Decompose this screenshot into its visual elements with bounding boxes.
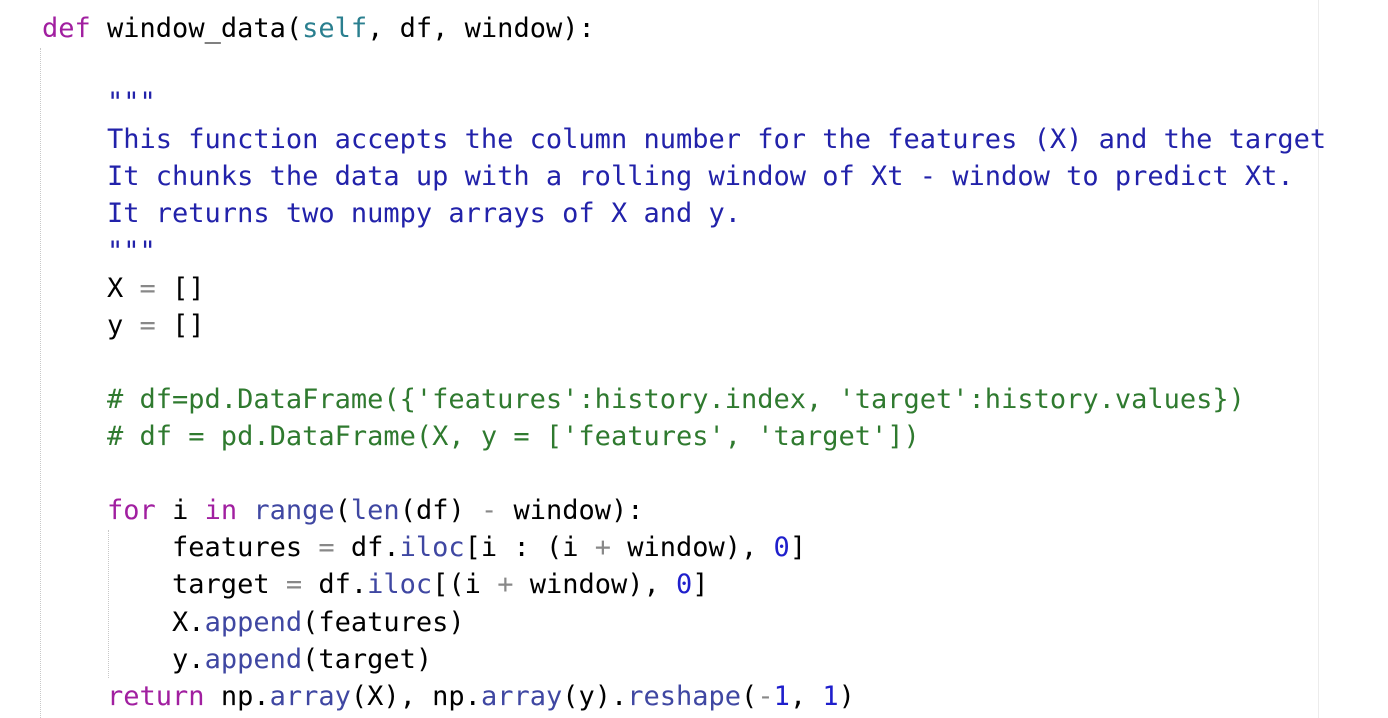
code-line[interactable]: for i in range(len(df) - window): <box>42 492 1326 529</box>
code-block[interactable]: def window_data(self, df, window): """ T… <box>42 10 1326 715</box>
code-line[interactable]: y.append(target) <box>42 641 1326 678</box>
code-token: 1 <box>773 680 790 712</box>
code-line[interactable]: def window_data(self, df, window): <box>42 10 1326 47</box>
code-token: ) <box>838 680 855 712</box>
code-line[interactable]: It chunks the data up with a rolling win… <box>42 158 1326 195</box>
code-token: iloc <box>367 569 433 601</box>
code-token: It returns two numpy arrays of X and y. <box>42 198 741 230</box>
code-token: target <box>42 569 286 601</box>
code-token: 0 <box>676 569 693 601</box>
code-token: features <box>42 532 319 564</box>
code-token: window_data( <box>90 13 303 44</box>
code-token: window), <box>513 569 677 601</box>
code-token: self <box>302 13 368 44</box>
code-line[interactable]: X.append(features) <box>42 604 1326 641</box>
code-token: window): <box>497 495 644 527</box>
code-token: 1 <box>822 680 839 712</box>
code-line[interactable]: """ <box>42 84 1326 121</box>
code-token: + <box>594 532 611 564</box>
code-token: ] <box>692 569 709 601</box>
code-token: array <box>480 680 563 712</box>
code-line[interactable]: It returns two numpy arrays of X and y. <box>42 195 1326 232</box>
code-line[interactable]: target = df.iloc[(i + window), 0] <box>42 566 1326 603</box>
code-token: array <box>269 680 351 712</box>
code-token: y. <box>42 643 205 675</box>
code-token: """ <box>42 87 156 119</box>
code-token: 0 <box>773 532 790 564</box>
code-line[interactable] <box>42 455 1326 492</box>
code-line[interactable]: This function accepts the column number … <box>42 121 1326 158</box>
code-token: append <box>204 643 303 675</box>
code-token: - <box>757 680 774 712</box>
code-token: reshape <box>627 680 742 712</box>
code-token: df. <box>302 569 368 601</box>
code-token: [] <box>155 309 205 341</box>
code-token: = <box>139 272 156 304</box>
indent-guide-outer <box>40 48 41 718</box>
code-token: window), <box>610 532 774 564</box>
code-token: np. <box>204 680 270 712</box>
code-token: range <box>253 495 335 527</box>
code-token: X <box>42 272 140 304</box>
code-token: X. <box>42 606 205 638</box>
code-token: = <box>139 309 156 341</box>
code-token: [i : (i <box>464 532 595 564</box>
code-token: This function accepts the column number … <box>42 124 1327 156</box>
code-token: , df, window): <box>367 13 595 44</box>
code-token: return <box>107 680 205 712</box>
code-token: It chunks the data up with a rolling win… <box>42 161 1294 193</box>
code-token: len <box>350 495 400 527</box>
code-token: (df) <box>399 495 481 527</box>
code-token: (X), np. <box>350 680 481 712</box>
code-token: ( <box>741 680 758 712</box>
code-token: iloc <box>399 532 465 564</box>
code-token: = <box>285 569 303 601</box>
code-token: + <box>497 569 514 601</box>
code-token: (target) <box>302 643 433 675</box>
code-token: = <box>318 532 335 564</box>
code-line[interactable]: features = df.iloc[i : (i + window), 0] <box>42 529 1326 566</box>
code-token: (features) <box>302 606 465 638</box>
code-line[interactable] <box>42 47 1326 84</box>
code-token: def <box>42 13 91 44</box>
code-token: , <box>789 680 823 712</box>
code-token: """ <box>42 235 156 267</box>
code-token: for <box>107 495 156 527</box>
code-token: (y). <box>562 680 628 712</box>
code-line[interactable]: """ <box>42 233 1326 270</box>
code-token: ] <box>789 532 807 564</box>
code-token: - <box>480 495 498 527</box>
code-token: in <box>204 495 238 527</box>
code-line[interactable]: X = [] <box>42 270 1326 307</box>
code-line[interactable]: y = [] <box>42 307 1326 344</box>
code-editor[interactable]: def window_data(self, df, window): """ T… <box>0 0 1388 718</box>
code-token: # df=pd.DataFrame({'features':history.in… <box>42 383 1245 415</box>
code-token: append <box>204 606 303 638</box>
code-line[interactable] <box>42 344 1326 381</box>
code-line[interactable]: # df = pd.DataFrame(X, y = ['features', … <box>42 418 1326 455</box>
code-token: i <box>155 495 205 527</box>
code-token: [(i <box>432 569 498 601</box>
code-token: ( <box>334 495 351 527</box>
code-token: df. <box>334 532 400 564</box>
code-line[interactable]: return np.array(X), np.array(y).reshape(… <box>42 678 1326 715</box>
code-token: [] <box>155 272 205 304</box>
code-token: # df = pd.DataFrame(X, y = ['features', … <box>42 421 920 453</box>
code-line[interactable]: # df=pd.DataFrame({'features':history.in… <box>42 381 1326 418</box>
code-token: y <box>42 309 140 341</box>
